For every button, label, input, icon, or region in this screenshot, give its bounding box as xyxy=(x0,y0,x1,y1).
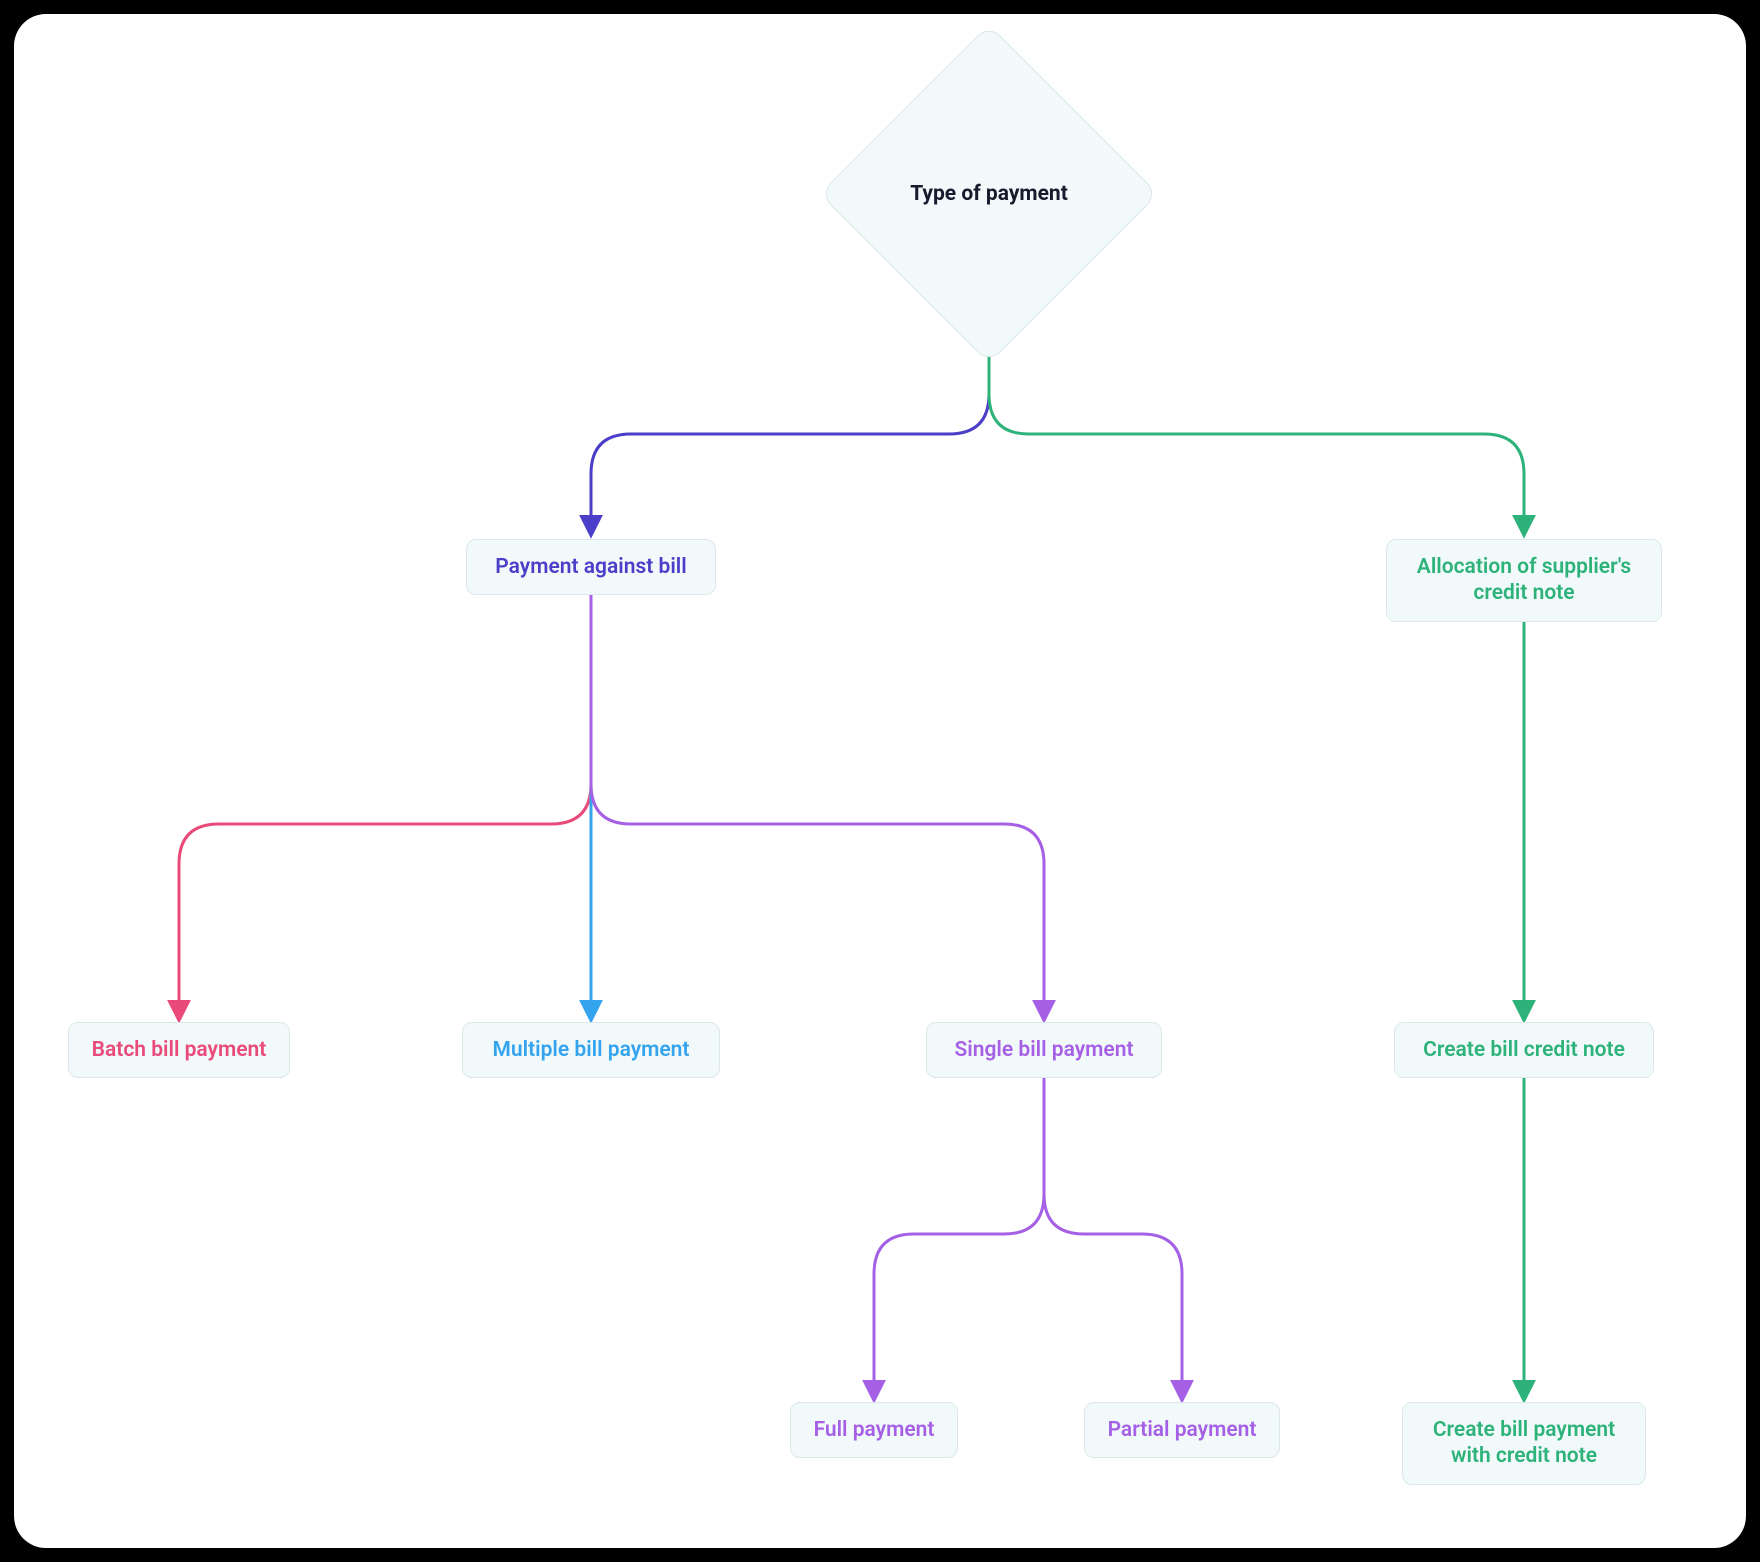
flowchart-canvas: Type of payment Payment against bill All… xyxy=(14,14,1746,1548)
node-payment-against-bill: Payment against bill xyxy=(466,539,716,595)
node-full-payment: Full payment xyxy=(790,1402,958,1458)
node-label: Partial payment xyxy=(1108,1417,1257,1443)
node-label: Create bill payment with credit note xyxy=(1425,1417,1623,1470)
node-label: Allocation of supplier's credit note xyxy=(1409,554,1639,607)
node-label: Full payment xyxy=(814,1417,935,1443)
edge-single-to-full xyxy=(874,1074,1044,1399)
edge-root-to-payment xyxy=(591,314,989,534)
node-label: Payment against bill xyxy=(495,554,686,580)
edge-payment-to-single xyxy=(591,594,1044,1019)
node-label: Single bill payment xyxy=(954,1037,1133,1063)
node-create-bill-payment-with-credit-note: Create bill payment with credit note xyxy=(1402,1402,1646,1485)
node-create-bill-credit-note: Create bill credit note xyxy=(1394,1022,1654,1078)
node-batch-bill-payment: Batch bill payment xyxy=(68,1022,290,1078)
edge-root-to-allocation xyxy=(989,314,1524,534)
node-multiple-bill-payment: Multiple bill payment xyxy=(462,1022,720,1078)
edge-single-to-partial xyxy=(1044,1074,1182,1399)
node-allocation-credit-note: Allocation of supplier's credit note xyxy=(1386,539,1662,622)
edge-payment-to-batch xyxy=(179,594,591,1019)
node-label: Type of payment xyxy=(910,182,1068,206)
node-partial-payment: Partial payment xyxy=(1084,1402,1280,1458)
node-label: Batch bill payment xyxy=(92,1037,267,1063)
node-label: Create bill credit note xyxy=(1423,1037,1625,1063)
node-single-bill-payment: Single bill payment xyxy=(926,1022,1162,1078)
node-type-of-payment: Type of payment xyxy=(869,74,1109,314)
node-label: Multiple bill payment xyxy=(493,1037,690,1063)
